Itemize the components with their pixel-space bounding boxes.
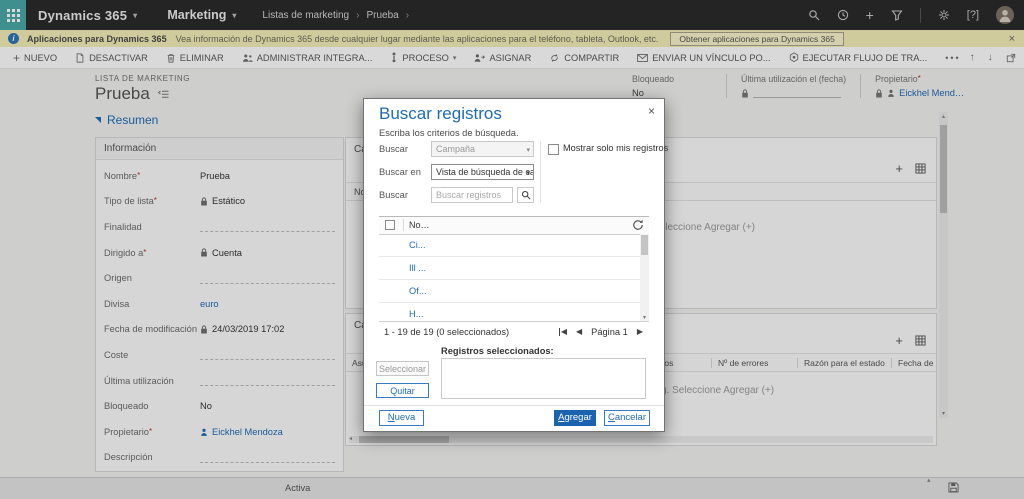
grid-column-name[interactable]: No… (409, 220, 430, 230)
record-link[interactable]: H... (409, 309, 423, 319)
chevron-down-icon: ▾ (526, 169, 530, 177)
search-label: Buscar (379, 190, 408, 200)
grid-footer: 1 - 19 de 19 (0 seleccionados) ◀ ◀ Págin… (379, 321, 649, 342)
pager: ◀ ◀ Página 1 ▶ (559, 327, 649, 337)
next-page-icon[interactable]: ▶ (637, 328, 643, 336)
search-button[interactable] (517, 187, 534, 203)
cancel-button[interactable]: Cancelar (604, 410, 650, 426)
scroll-down-icon[interactable]: ▾ (640, 314, 649, 321)
new-button[interactable]: Nueva (379, 410, 424, 426)
grid-row[interactable]: Ci... (379, 234, 640, 257)
dialog-subtitle: Escriba los criterios de búsqueda. (379, 128, 519, 138)
dialog-footer-divider (364, 405, 664, 406)
refresh-icon[interactable] (632, 219, 644, 231)
record-link[interactable]: Ill ... (409, 263, 426, 273)
entity-select: Campaña ▾ (431, 141, 534, 157)
previous-page-icon[interactable]: ◀ (576, 328, 582, 336)
entity-select-value: Campaña (436, 144, 475, 154)
lookup-records-dialog: × Buscar registros Escriba los criterios… (363, 98, 665, 432)
grid-row[interactable]: Ill ... (379, 257, 640, 280)
record-link[interactable]: Ci... (409, 240, 426, 250)
search-input[interactable] (431, 187, 513, 203)
selected-records-label: Registros seleccionados: (441, 346, 554, 356)
grid-row[interactable]: Of... (379, 280, 640, 303)
chevron-down-icon: ▾ (526, 146, 530, 154)
view-select[interactable]: Vista de búsqueda de cam ▾ (431, 164, 534, 180)
grid-scrollbar[interactable]: ▾ (640, 234, 649, 321)
scrollbar-thumb[interactable] (641, 235, 648, 255)
view-select-value: Vista de búsqueda de cam (436, 167, 534, 177)
dialog-close-icon[interactable]: × (648, 105, 655, 117)
select-button[interactable]: Seleccionar (376, 361, 429, 376)
search-in-label: Buscar en (379, 167, 421, 177)
grid-header: No… (379, 216, 649, 235)
show-only-mine-checkbox[interactable] (548, 144, 559, 155)
first-page-icon[interactable]: ◀ (559, 328, 567, 336)
grid-rows: Ci... Ill ... Of... H... (379, 234, 640, 326)
app-window: Dynamics 365 ▾ Marketing ▾ Listas de mar… (0, 0, 1024, 499)
dialog-divider (540, 141, 541, 203)
dialog-title: Buscar registros (379, 104, 502, 124)
record-range: 1 - 19 de 19 (0 seleccionados) (384, 327, 509, 337)
column-divider (403, 219, 404, 231)
show-only-mine-label: Mostrar solo mis registros (563, 143, 668, 153)
page-indicator: Página 1 (591, 327, 628, 337)
remove-button[interactable]: Quitar (376, 383, 429, 398)
selected-records-box[interactable] (441, 358, 646, 399)
select-all-checkbox[interactable] (385, 220, 395, 230)
search-for-label: Buscar (379, 144, 408, 154)
record-link[interactable]: Of... (409, 286, 427, 296)
add-button[interactable]: Agregar (554, 410, 596, 426)
lookup-results-grid: No… Ci... Ill ... Of... H... ▾ 1 - 19 de 19… (379, 216, 649, 342)
